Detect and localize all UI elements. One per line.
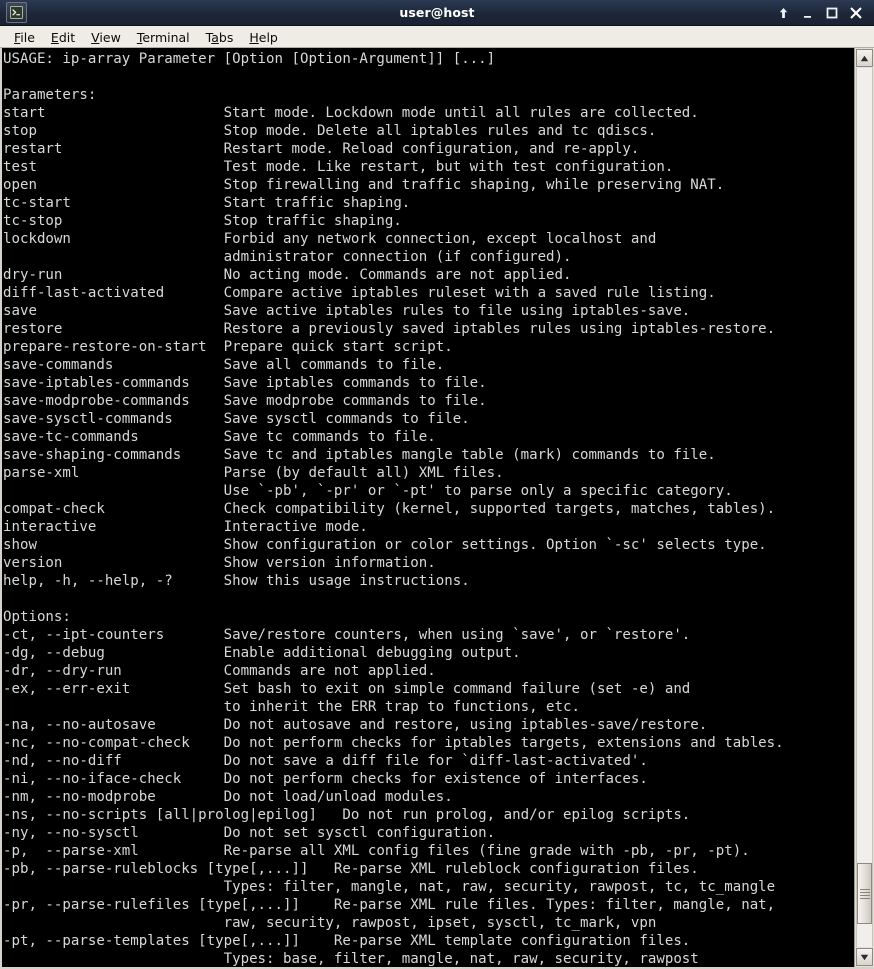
terminal-line: tc-start Start traffic shaping.	[3, 195, 411, 211]
terminal-line: save-shaping-commands Save tc and iptabl…	[3, 447, 716, 463]
terminal-line: tc-stop Stop traffic shaping.	[3, 213, 402, 229]
maximize-button[interactable]	[825, 6, 838, 20]
terminal-line: compat-check Check compatibility (kernel…	[3, 501, 776, 517]
terminal-line: -ny, --no-sysctl Do not set sysctl confi…	[3, 825, 496, 841]
menu-edit[interactable]: Edit	[43, 28, 83, 46]
terminal-line: test Test mode. Like restart, but with t…	[3, 159, 674, 175]
terminal-line: -pb, --parse-ruleblocks [type[,...]] Re-…	[3, 861, 699, 877]
title-bar[interactable]: user@host	[0, 0, 874, 26]
menu-tabs[interactable]: Tabs	[198, 28, 242, 46]
terminal-scrollbar[interactable]	[854, 48, 874, 967]
terminal-line: Types: base, filter, mangle, nat, raw, s…	[3, 951, 699, 967]
terminal-line: save-sysctl-commands Save sysctl command…	[3, 411, 470, 427]
terminal-line: to inherit the ERR trap to functions, et…	[3, 699, 580, 715]
terminal-line: save-commands Save all commands to file.	[3, 357, 445, 373]
terminal-line: help, -h, --help, -? Show this usage ins…	[3, 573, 470, 589]
terminal-line: version Show version information.	[3, 555, 436, 571]
terminal-line: start Start mode. Lockdown mode until al…	[3, 105, 699, 121]
terminal-line: interactive Interactive mode.	[3, 519, 368, 535]
terminal-line: Use `-pb', `-pr' or `-pt' to parse only …	[3, 483, 733, 499]
terminal-line: -nc, --no-compat-check Do not perform ch…	[3, 735, 784, 751]
shade-button[interactable]	[777, 6, 790, 20]
close-button[interactable]	[849, 6, 862, 20]
terminal-line: -nm, --no-modprobe Do not load/unload mo…	[3, 789, 453, 805]
terminal-icon	[6, 2, 27, 23]
terminal-line: Options:	[3, 609, 71, 625]
terminal-line: Parameters:	[3, 87, 97, 103]
terminal-line: save Save active iptables rules to file …	[3, 303, 691, 319]
terminal-line: stop Stop mode. Delete all iptables rule…	[3, 123, 657, 139]
terminal-window: user@host File Edit View Terminal Tabs H…	[0, 0, 874, 969]
scroll-down-arrow-icon[interactable]	[856, 948, 873, 966]
scrollbar-grip-icon	[859, 887, 870, 901]
terminal-line: restart Restart mode. Reload configurati…	[3, 141, 640, 157]
terminal-line: -dr, --dry-run Commands are not applied.	[3, 663, 436, 679]
terminal-line: restore Restore a previously saved iptab…	[3, 321, 776, 337]
terminal-line: -na, --no-autosave Do not autosave and r…	[3, 717, 708, 733]
window-controls	[777, 6, 870, 20]
terminal-line: save-tc-commands Save tc commands to fil…	[3, 429, 436, 445]
terminal-line: prepare-restore-on-start Prepare quick s…	[3, 339, 453, 355]
terminal-line: -nd, --no-diff Do not save a diff file f…	[3, 753, 648, 769]
terminal-line: -p, --parse-xml Re-parse all XML config …	[3, 843, 750, 859]
terminal-line: save-iptables-commands Save iptables com…	[3, 375, 487, 391]
scroll-up-arrow-icon[interactable]	[856, 49, 873, 67]
terminal-line: lockdown Forbid any network connection, …	[3, 231, 657, 247]
terminal-line: USAGE: ip-array Parameter [Option [Optio…	[3, 51, 496, 67]
menu-bar: File Edit View Terminal Tabs Help	[0, 26, 874, 48]
terminal-line: -ex, --err-exit Set bash to exit on simp…	[3, 681, 691, 697]
terminal-line: Types: filter, mangle, nat, raw, securit…	[3, 879, 776, 895]
terminal-line: raw, security, rawpost, ipset, sysctl, t…	[3, 915, 657, 931]
terminal-line: -ct, --ipt-counters Save/restore counter…	[3, 627, 691, 643]
terminal-screen[interactable]: USAGE: ip-array Parameter [Option [Optio…	[2, 48, 854, 967]
terminal-line: diff-last-activated Compare active iptab…	[3, 285, 716, 301]
menu-help[interactable]: Help	[241, 28, 286, 46]
menu-view[interactable]: View	[83, 28, 129, 46]
window-title: user@host	[399, 5, 475, 20]
terminal-line: -pr, --parse-rulefiles [type[,...]] Re-p…	[3, 897, 776, 913]
minimize-button[interactable]	[801, 6, 814, 20]
menu-file[interactable]: File	[6, 28, 43, 46]
terminal-line: open Stop firewalling and traffic shapin…	[3, 177, 725, 193]
menu-terminal[interactable]: Terminal	[129, 28, 198, 46]
terminal-line: administrator connection (if configured)…	[3, 249, 572, 265]
terminal-body: USAGE: ip-array Parameter [Option [Optio…	[0, 48, 874, 969]
terminal-line: -pt, --parse-templates [type[,...]] Re-p…	[3, 933, 691, 949]
terminal-line: -ni, --no-iface-check Do not perform che…	[3, 771, 648, 787]
terminal-line: -ns, --no-scripts [all|prolog|epilog] Do…	[3, 807, 691, 823]
terminal-line: parse-xml Parse (by default all) XML fil…	[3, 465, 504, 481]
scrollbar-thumb[interactable]	[857, 863, 872, 925]
terminal-line: -dg, --debug Enable additional debugging…	[3, 645, 521, 661]
terminal-line: save-modprobe-commands Save modprobe com…	[3, 393, 487, 409]
scrollbar-track[interactable]	[856, 68, 873, 947]
terminal-line: show Show configuration or color setting…	[3, 537, 767, 553]
terminal-line: dry-run No acting mode. Commands are not…	[3, 267, 572, 283]
